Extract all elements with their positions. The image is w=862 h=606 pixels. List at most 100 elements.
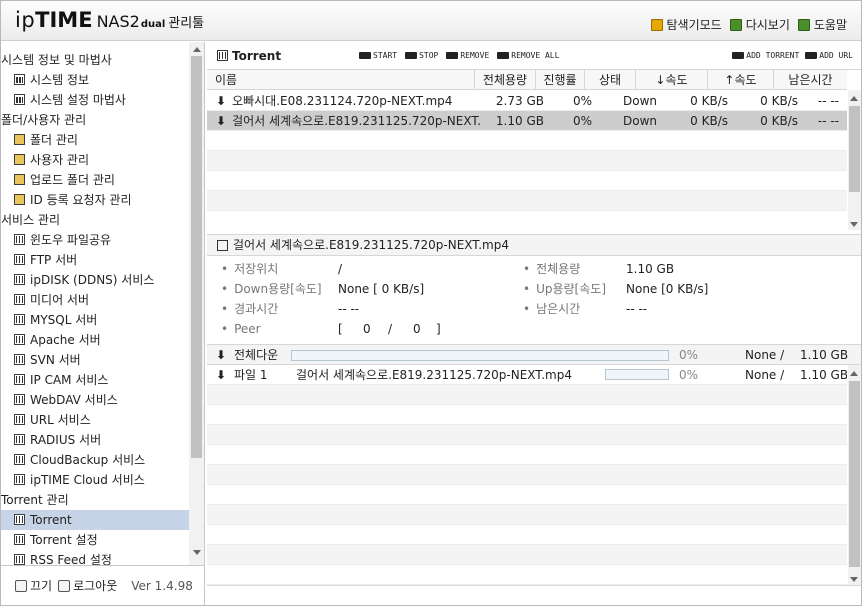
torrent-row[interactable]: ⬇ 걸어서 세계속으로.E819.231125.720p-NEXT... 1.10 … xyxy=(207,111,847,131)
file-row[interactable]: ⬇ 파일 1 걸어서 세계속으로.E819.231125.720p-NEXT.mp4… xyxy=(207,365,847,385)
sidebar-item[interactable]: URL 서비스 xyxy=(1,410,189,430)
sidebar-item[interactable]: MYSQL 서버 xyxy=(1,310,189,330)
remove-all-button[interactable]: REMOVE ALL xyxy=(497,51,559,60)
torrent-status: Down xyxy=(622,94,657,108)
elapsed-value: -- -- xyxy=(338,302,360,316)
header-links: 탐색기모드 다시보기 도움말 xyxy=(650,16,847,33)
elapsed-label-text: 경과시간 xyxy=(221,302,278,316)
play-icon xyxy=(359,52,371,59)
explorer-mode-label: 탐색기모드 xyxy=(666,18,722,32)
sidebar-item[interactable]: 폴더 관리 xyxy=(1,130,189,150)
grid-icon xyxy=(14,434,25,445)
sidebar-item-label: Apache 서버 xyxy=(30,333,101,347)
scroll-up-icon[interactable] xyxy=(850,96,858,101)
scroll-thumb[interactable] xyxy=(849,381,860,567)
sidebar-item[interactable]: ID 등록 요청자 관리 xyxy=(1,190,189,210)
add-url-button[interactable]: ADD URL xyxy=(805,51,853,60)
col-status[interactable]: 상태 xyxy=(585,70,636,90)
sidebar-item[interactable]: Torrent xyxy=(1,510,189,530)
sidebar-item[interactable]: RADIUS 서버 xyxy=(1,430,189,450)
sidebar-item[interactable]: RSS Feed 설정 xyxy=(1,550,189,565)
sidebar-item[interactable]: 미디어 서버 xyxy=(1,290,189,310)
sidebar-item[interactable]: FTP 서버 xyxy=(1,250,189,270)
torrent-row[interactable]: ⬇ 오빠시대.E08.231124.720p-NEXT.mp4 2.73 GB 0% D… xyxy=(207,91,847,111)
folder-icon xyxy=(14,154,25,165)
sidebar-item-label: Torrent 관리 xyxy=(1,493,69,507)
sidebar-item[interactable]: SVN 서버 xyxy=(1,350,189,370)
sidebar-item[interactable]: 사용자 관리 xyxy=(1,150,189,170)
download-icon: ⬇ xyxy=(216,368,227,382)
model-suffix: dual xyxy=(140,19,166,30)
sidebar-item[interactable]: 윈도우 파일공유 xyxy=(1,230,189,250)
grid-icon xyxy=(14,414,25,425)
torrent-size: 2.73 GB xyxy=(495,94,544,108)
add-torrent-button[interactable]: ADD TORRENT xyxy=(732,51,799,60)
start-button[interactable]: START xyxy=(359,51,397,60)
torrent-remaining: -- -- xyxy=(817,114,839,128)
sidebar-item-label: 업로드 폴더 관리 xyxy=(30,173,115,187)
empty-row xyxy=(207,545,847,565)
download-icon: ⬇ xyxy=(216,114,227,128)
col-down-speed[interactable]: ↓속도 xyxy=(636,70,708,90)
torrent-toolbar: Torrent START STOP REMOVE REMOVE ALL ADD… xyxy=(207,42,861,70)
empty-row xyxy=(207,465,847,485)
sidebar-item[interactable]: WebDAV 서비스 xyxy=(1,390,189,410)
main-panel: Torrent START STOP REMOVE REMOVE ALL ADD… xyxy=(207,42,861,605)
col-name[interactable]: 이름 xyxy=(207,70,475,90)
model-name: NAS2 xyxy=(96,12,140,31)
logout-button[interactable]: 로그아웃 xyxy=(58,577,117,594)
col-size[interactable]: 전체용량 xyxy=(475,70,536,90)
help-link[interactable]: 도움말 xyxy=(797,16,847,33)
remove-button[interactable]: REMOVE xyxy=(446,51,489,60)
save-path-label-text: 저장위치 xyxy=(221,262,278,276)
scroll-up-icon[interactable] xyxy=(850,371,858,376)
sidebar-item-label: ipTIME Cloud 서비스 xyxy=(30,473,145,487)
scroll-up-icon[interactable] xyxy=(193,47,201,52)
grid-icon xyxy=(14,454,25,465)
col-remaining[interactable]: 남은시간 xyxy=(774,70,847,90)
scroll-thumb[interactable] xyxy=(191,56,202,458)
grid-icon xyxy=(14,394,25,405)
scroll-thumb[interactable] xyxy=(849,106,860,192)
sidebar-item[interactable]: 업로드 폴더 관리 xyxy=(1,170,189,190)
sidebar-scrollbar[interactable] xyxy=(189,42,204,565)
scroll-down-icon[interactable] xyxy=(850,222,858,227)
sidebar-item-label: RSS Feed 설정 xyxy=(30,553,112,565)
sidebar-item[interactable]: ipTIME Cloud 서비스 xyxy=(1,470,189,490)
sidebar-group[interactable]: 폴더/사용자 관리 xyxy=(1,110,189,130)
peer-seeds: 0 xyxy=(363,322,371,336)
stop-button[interactable]: STOP xyxy=(405,51,438,60)
file-list-scrollbar[interactable] xyxy=(848,365,861,585)
sidebar-item-label: 시스템 설정 마법사 xyxy=(30,93,126,107)
sidebar-item[interactable]: Apache 서버 xyxy=(1,330,189,350)
peer-label-text: Peer xyxy=(221,322,261,336)
explorer-mode-link[interactable]: 탐색기모드 xyxy=(650,16,722,33)
sidebar-group[interactable]: Torrent 관리 xyxy=(1,490,189,510)
logout-label: 로그아웃 xyxy=(73,579,118,593)
grid-icon xyxy=(14,234,25,245)
start-label: START xyxy=(373,51,398,60)
torrent-list-scrollbar[interactable] xyxy=(848,90,861,230)
col-up-speed[interactable]: ↑속도 xyxy=(708,70,774,90)
total-done: None / xyxy=(745,348,785,362)
stop-label: STOP xyxy=(419,51,439,60)
scroll-down-icon[interactable] xyxy=(850,577,858,582)
down-label-text: Down용량[속도] xyxy=(221,282,322,296)
sidebar-item[interactable]: Torrent 설정 xyxy=(1,530,189,550)
torrent-rows: ⬇ 오빠시대.E08.231124.720p-NEXT.mp4 2.73 GB 0% D… xyxy=(207,91,847,230)
sidebar-group[interactable]: 서비스 관리 xyxy=(1,210,189,230)
power-off-label: 끄기 xyxy=(30,579,53,593)
sidebar-group[interactable]: 시스템 정보 및 마법사 xyxy=(1,50,189,70)
torrent-name: 오빠시대.E08.231124.720p-NEXT.mp4 xyxy=(232,94,453,108)
sidebar-item[interactable]: 시스템 설정 마법사 xyxy=(1,90,189,110)
power-off-button[interactable]: 끄기 xyxy=(15,577,52,594)
sidebar-item[interactable]: IP CAM 서비스 xyxy=(1,370,189,390)
scroll-down-icon[interactable] xyxy=(193,550,201,555)
empty-row xyxy=(207,171,847,191)
download-icon: ⬇ xyxy=(216,94,227,108)
col-progress[interactable]: 진행률 xyxy=(536,70,585,90)
sidebar-item[interactable]: CloudBackup 서비스 xyxy=(1,450,189,470)
sidebar-item[interactable]: ipDISK (DDNS) 서비스 xyxy=(1,270,189,290)
refresh-link[interactable]: 다시보기 xyxy=(729,16,790,33)
sidebar-item[interactable]: 시스템 정보 xyxy=(1,70,189,90)
